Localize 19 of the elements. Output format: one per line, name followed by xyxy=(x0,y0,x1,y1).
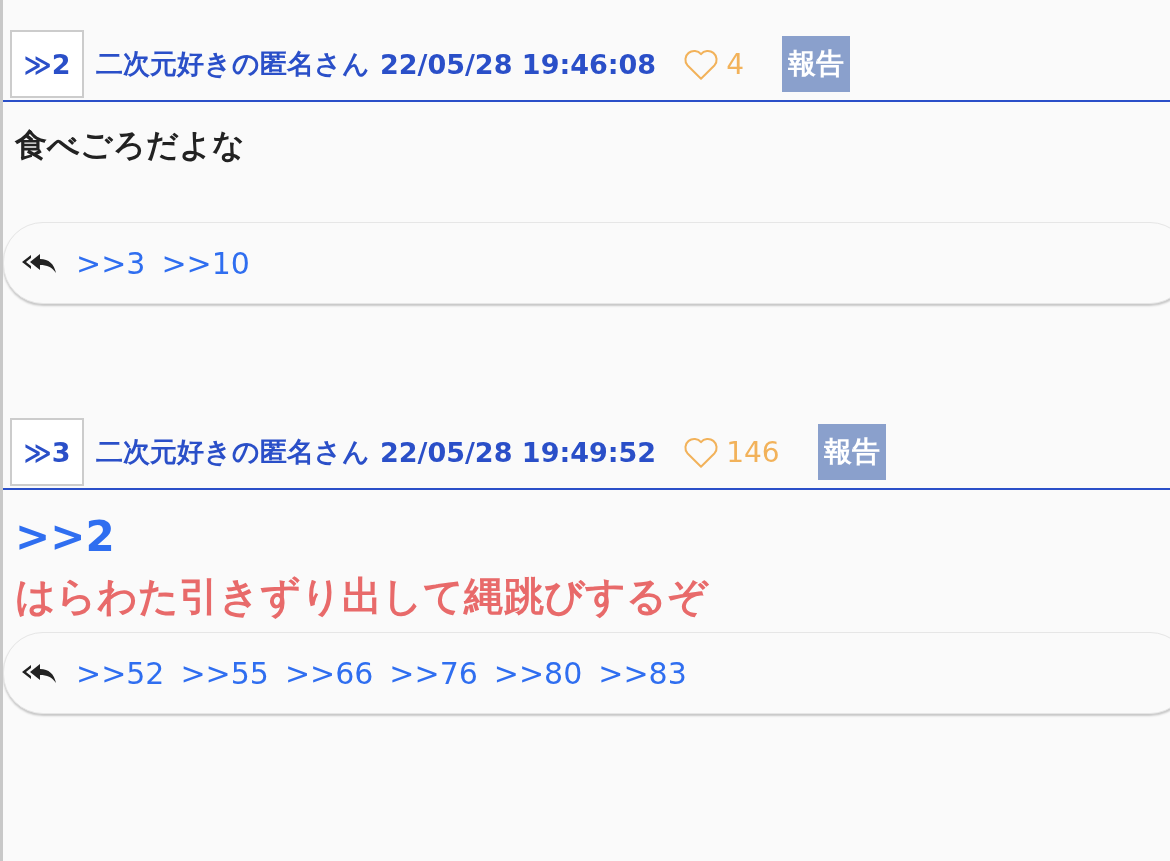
post-number-link[interactable]: ≫3 xyxy=(10,418,84,486)
reply-link[interactable]: >>80 xyxy=(493,655,583,691)
post-datetime: 22/05/28 19:49:52 xyxy=(380,436,657,468)
reply-link[interactable]: >>52 xyxy=(76,655,165,691)
author-name: 二次元好きの匿名さん xyxy=(96,435,370,469)
reply-link[interactable]: >>66 xyxy=(284,655,374,691)
reply-link[interactable]: >>83 xyxy=(598,655,687,691)
author-name: 二次元好きの匿名さん xyxy=(96,47,370,81)
reply-anchor-link[interactable]: >>2 xyxy=(15,512,1158,561)
post-text: はらわた引きずり出して縄跳びするぞ xyxy=(15,572,710,621)
post-datetime: 22/05/28 19:46:08 xyxy=(380,48,657,80)
reply-link[interactable]: >>76 xyxy=(389,655,478,691)
report-button[interactable]: 報告 xyxy=(782,36,850,92)
reply-link[interactable]: >>55 xyxy=(180,655,269,691)
post-text: 食べごろだよな xyxy=(15,125,246,166)
post-number-link[interactable]: ≫2 xyxy=(10,30,84,98)
reply-link[interactable]: >>10 xyxy=(161,245,250,281)
reply-link[interactable]: >>3 xyxy=(76,245,146,281)
report-button[interactable]: 報告 xyxy=(817,424,886,480)
